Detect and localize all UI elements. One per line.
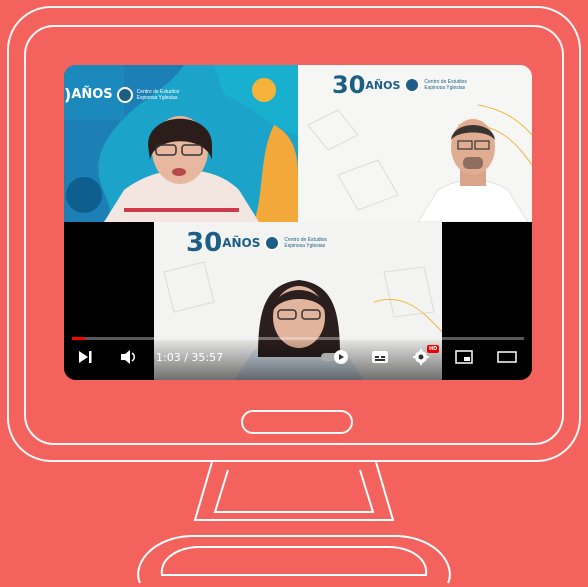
logo-years-word: AÑOS: [71, 87, 113, 102]
logo-30-anos: ) AÑOS Centro de Estudios Espinosa Yglesi…: [64, 85, 179, 104]
logo-years-number: 30: [332, 71, 366, 99]
autoplay-toggle-icon: [321, 350, 348, 364]
participant-tile-2: 30 AÑOS Centro de Estudios Espinosa Ygles…: [298, 65, 532, 222]
volume-button[interactable]: [120, 349, 138, 365]
logo-30-anos: 30 AÑOS Centro de Estudios Espinosa Ygles…: [332, 71, 467, 99]
logo-seal-icon: [404, 77, 421, 93]
autoplay-toggle[interactable]: [320, 349, 350, 365]
hd-badge: HD: [427, 345, 440, 353]
progress-bar[interactable]: [72, 337, 524, 340]
logo-org-name: Centro de Estudios Espinosa Yglesias: [136, 88, 180, 101]
logo-seal-icon: [264, 235, 281, 251]
participant-tile-1: ) AÑOS Centro de Estudios Espinosa Yglesi…: [64, 65, 298, 222]
next-icon: [79, 351, 92, 363]
logo-years-number: 30: [186, 228, 223, 258]
video-player[interactable]: ) AÑOS Centro de Estudios Espinosa Yglesi…: [64, 65, 532, 380]
logo-org-name: Centro de Estudios Espinosa Yglesias: [424, 79, 467, 91]
miniplayer-button[interactable]: [454, 349, 474, 365]
miniplayer-icon: [455, 350, 473, 364]
logo-years-word: AÑOS: [365, 78, 401, 92]
logo-years-number: ): [64, 85, 72, 104]
volume-icon: [121, 350, 135, 364]
logo-seal-icon: [116, 86, 133, 103]
next-button[interactable]: [76, 349, 94, 365]
subtitles-icon: [372, 351, 388, 363]
subtitles-button[interactable]: [370, 349, 390, 365]
progress-bar-fill: [72, 337, 86, 340]
logo-org-name: Centro de Estudios Espinosa Yglesias: [284, 237, 327, 249]
theater-mode-button[interactable]: [496, 349, 518, 365]
time-display: 1:03 / 35:57: [156, 351, 224, 364]
theater-mode-icon: [497, 351, 517, 363]
logo-years-word: AÑOS: [222, 236, 261, 250]
logo-30-anos: 30 AÑOS Centro de Estudios Espinosa Ygles…: [186, 228, 327, 258]
